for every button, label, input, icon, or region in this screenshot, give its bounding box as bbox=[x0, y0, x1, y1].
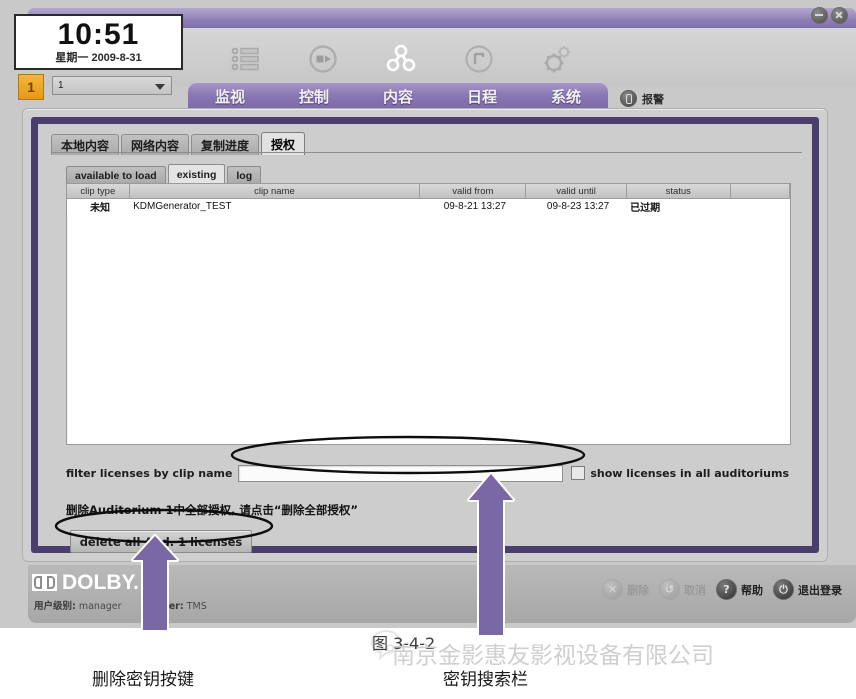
dolby-brand: DOLBY. bbox=[32, 572, 139, 593]
subtab-existing[interactable]: existing bbox=[167, 164, 226, 184]
alarm-bell-icon bbox=[620, 90, 637, 107]
col-status[interactable]: status bbox=[626, 184, 731, 199]
list-icon[interactable] bbox=[215, 40, 277, 78]
nav-tab-monitor[interactable]: 监视 bbox=[188, 86, 272, 107]
table-row[interactable]: 未知 KDMGenerator_TEST 09-8-21 13:27 09-8-… bbox=[67, 198, 790, 214]
license-table[interactable]: clip type clip name valid from valid unt… bbox=[66, 183, 791, 445]
col-clip-name[interactable]: clip name bbox=[129, 184, 421, 199]
trash-icon: ✕ bbox=[602, 579, 623, 600]
main-nav-tabs: 监视 控制 内容 日程 系统 bbox=[188, 82, 608, 110]
footer-delete-button[interactable]: ✕ 删除 bbox=[602, 579, 649, 600]
content-panel: 本地内容 网络内容 复制进度 授权 available to load exis… bbox=[22, 108, 828, 562]
filter-label: filter licenses by clip name bbox=[66, 466, 233, 480]
chevron-down-icon bbox=[155, 84, 165, 90]
table-header-row: clip type clip name valid from valid unt… bbox=[67, 184, 791, 199]
auditorium-badge: 1 bbox=[18, 74, 44, 100]
clock-time: 10:51 bbox=[57, 18, 140, 51]
delete-hint-text: 删除Auditorium 1中全部授权, 请点击“删除全部授权” bbox=[66, 503, 358, 517]
cell-status: 已过期 bbox=[626, 198, 731, 214]
col-spacer bbox=[730, 184, 791, 199]
nav-tab-system[interactable]: 系统 bbox=[524, 86, 608, 107]
server-label: Server: bbox=[144, 601, 184, 612]
footer-buttons: ✕ 删除 ↺ 取消 ? 帮助 ⏻ 退出登录 bbox=[596, 579, 842, 600]
annotation-delete-caption: 删除密钥按键 bbox=[92, 670, 194, 690]
panel-purple-frame: 本地内容 网络内容 复制进度 授权 available to load exis… bbox=[31, 117, 819, 553]
delete-all-licenses-button[interactable]: delete all Aud. 1 licenses bbox=[70, 530, 252, 553]
show-all-auditoriums-checkbox[interactable] bbox=[571, 466, 586, 480]
auditorium-select-value: 1 bbox=[58, 80, 64, 91]
col-valid-until[interactable]: valid until bbox=[525, 184, 627, 199]
tab-underline bbox=[51, 152, 802, 153]
gears-icon[interactable] bbox=[526, 40, 588, 78]
footer-logout-label: 退出登录 bbox=[798, 583, 842, 597]
schedule-clock-icon[interactable] bbox=[448, 40, 510, 78]
nav-tab-schedule[interactable]: 日程 bbox=[440, 86, 524, 107]
subtab-available-to-load[interactable]: available to load bbox=[66, 166, 166, 184]
cell-valid-from: 09-8-21 13:27 bbox=[419, 198, 526, 214]
app-footer: DOLBY. 用户级别: manager Server: TMS ✕ 删除 ↺ … bbox=[28, 565, 856, 623]
cell-clip-type: 未知 bbox=[67, 198, 130, 214]
col-valid-from[interactable]: valid from bbox=[419, 184, 527, 199]
window-controls bbox=[811, 7, 848, 24]
cell-clip-name: KDMGenerator_TEST bbox=[129, 198, 420, 214]
user-level-value: manager bbox=[78, 601, 122, 612]
subtab-log[interactable]: log bbox=[227, 166, 262, 184]
alarm-indicator[interactable]: 报警 bbox=[620, 90, 664, 107]
footer-help-label: 帮助 bbox=[741, 583, 763, 597]
footer-help-button[interactable]: ? 帮助 bbox=[716, 579, 763, 600]
playback-icon[interactable] bbox=[292, 40, 354, 78]
filter-row: filter licenses by clip name show licens… bbox=[66, 462, 789, 484]
clock-widget: 10:51 星期一 2009-8-31 bbox=[14, 14, 183, 70]
license-subtab-row: available to load existing log bbox=[66, 164, 263, 184]
help-icon: ? bbox=[716, 579, 737, 600]
content-nodes-icon[interactable] bbox=[370, 40, 432, 78]
auditorium-select[interactable]: 1 bbox=[52, 76, 172, 95]
footer-logout-button[interactable]: ⏻ 退出登录 bbox=[773, 579, 842, 600]
footer-cancel-label: 取消 bbox=[684, 583, 706, 597]
cell-spacer bbox=[730, 198, 790, 214]
nav-icon-row bbox=[215, 40, 595, 78]
status-line: 用户级别: manager Server: TMS bbox=[34, 598, 227, 612]
nav-tab-control[interactable]: 控制 bbox=[272, 86, 356, 107]
server-value: TMS bbox=[186, 601, 207, 612]
col-clip-type[interactable]: clip type bbox=[67, 184, 130, 199]
cell-valid-until: 09-8-23 13:27 bbox=[525, 198, 627, 214]
show-all-auditoriums-label: show licenses in all auditoriums bbox=[590, 466, 789, 480]
dolby-wordmark: DOLBY. bbox=[62, 571, 140, 594]
watermark-text: 南京金影惠友影视设备有限公司 bbox=[392, 643, 714, 669]
logout-power-icon: ⏻ bbox=[773, 579, 794, 600]
dolby-double-d-icon bbox=[32, 574, 57, 591]
minimize-icon[interactable] bbox=[811, 7, 828, 24]
close-icon[interactable] bbox=[831, 7, 848, 24]
nav-tab-content[interactable]: 内容 bbox=[356, 86, 440, 107]
search-input[interactable] bbox=[238, 464, 564, 482]
revert-clock-icon: ↺ bbox=[659, 579, 680, 600]
panel-inner: 本地内容 网络内容 复制进度 授权 available to load exis… bbox=[38, 124, 812, 553]
footer-cancel-button[interactable]: ↺ 取消 bbox=[659, 579, 706, 600]
alarm-label: 报警 bbox=[642, 92, 664, 106]
clock-date: 星期一 2009-8-31 bbox=[55, 52, 142, 64]
footer-delete-label: 删除 bbox=[627, 583, 649, 597]
user-level-label: 用户级别: bbox=[34, 601, 76, 612]
application-window: 10:51 星期一 2009-8-31 1 1 监视 控制 内容 日程 系统 报… bbox=[0, 0, 856, 628]
annotation-search-caption: 密钥搜索栏 bbox=[443, 670, 528, 690]
figure-caption: 图 3-4-2 bbox=[372, 634, 436, 653]
watermark-logo bbox=[370, 630, 401, 661]
